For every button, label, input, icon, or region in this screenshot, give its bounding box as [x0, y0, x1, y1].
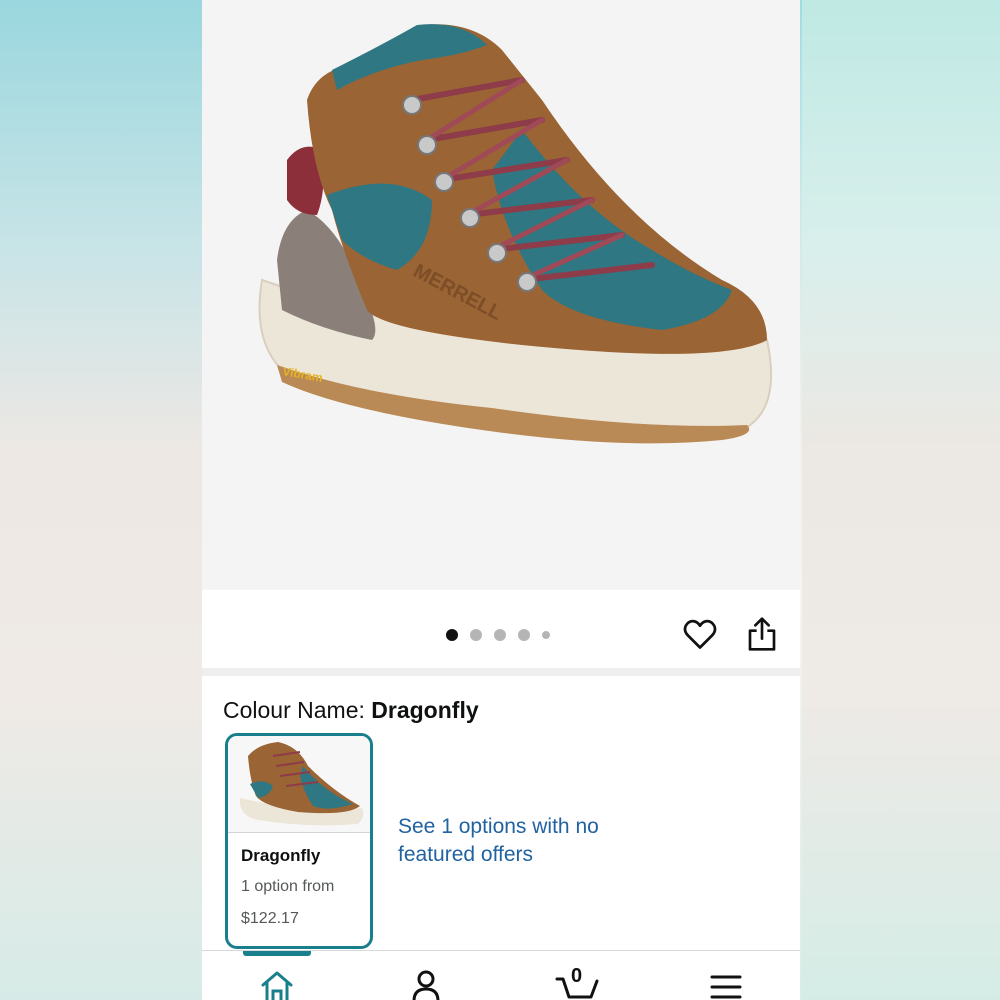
colour-name-row: Colour Name: Dragonfly [223, 697, 479, 724]
product-image: MERRELL Vibram [258, 24, 773, 444]
pagination-dot-1[interactable] [446, 629, 458, 641]
colour-name-value: Dragonfly [371, 697, 479, 723]
product-image-gallery[interactable]: MERRELL Vibram [202, 0, 800, 590]
swatch-separator [228, 832, 370, 833]
background-left [0, 0, 202, 1000]
share-button[interactable] [746, 616, 778, 652]
favorite-button[interactable] [682, 616, 718, 652]
pagination-dot-3[interactable] [494, 629, 506, 641]
section-divider [202, 668, 800, 676]
pagination-dot-4[interactable] [518, 629, 530, 641]
heart-icon [683, 619, 717, 649]
pagination-dot-2[interactable] [470, 629, 482, 641]
gallery-controls [202, 590, 800, 670]
active-tab-indicator [243, 951, 311, 956]
pagination-dot-5[interactable] [542, 631, 550, 639]
nav-account[interactable] [406, 969, 446, 1000]
swatch-name: Dragonfly [241, 846, 321, 865]
swatch-options-text: 1 option from [241, 878, 335, 895]
home-icon [261, 971, 293, 1000]
swatch-thumbnail [228, 736, 370, 832]
colour-name-label: Colour Name: [223, 697, 372, 723]
nav-home[interactable] [257, 969, 297, 1000]
account-icon [412, 970, 440, 1000]
pagination-dots[interactable] [446, 629, 550, 641]
cart-count: 0 [571, 965, 583, 987]
colour-swatch-dragonfly[interactable]: Dragonfly 1 option from $122.17 [225, 733, 373, 949]
see-options-link[interactable]: See 1 options with no featured offers [398, 813, 618, 869]
share-icon [748, 617, 776, 651]
nav-menu[interactable] [706, 969, 746, 1000]
background-right [802, 0, 1000, 1000]
menu-icon [710, 975, 742, 999]
swatch-price: $122.17 [241, 910, 299, 927]
bottom-nav-bar: 0 [202, 950, 800, 1000]
phone-screen: MERRELL Vibram Colour Name: Dragonfly Dr… [202, 0, 800, 1000]
